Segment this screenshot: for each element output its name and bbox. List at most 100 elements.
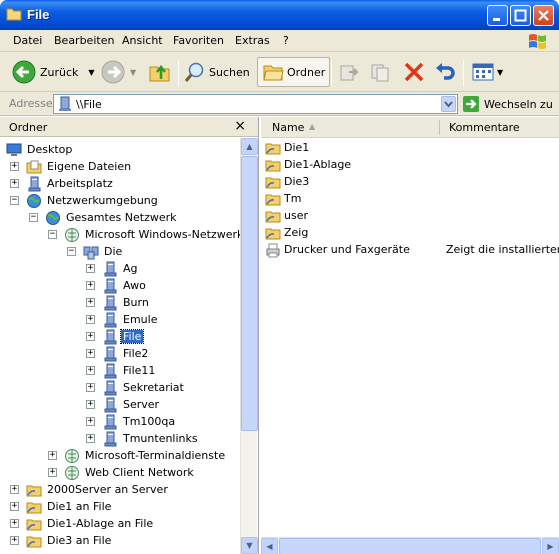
forward-dropdown-icon[interactable]: ▼ [130, 68, 136, 77]
tree-node-label[interactable]: Ag [121, 262, 140, 275]
expand-icon[interactable]: + [86, 366, 95, 375]
tree-node-label[interactable]: Burn [121, 296, 151, 309]
forward-button[interactable]: ▼ [100, 57, 136, 87]
tree-node[interactable]: + Die1-Ablage an File [10, 515, 155, 532]
tree-node-label[interactable]: Desktop [25, 143, 74, 156]
tree-node-label[interactable]: Eigene Dateien [45, 160, 133, 173]
tree-node-label[interactable]: Awo [121, 279, 148, 292]
move-to-button[interactable] [338, 57, 360, 87]
maximize-button[interactable] [510, 5, 531, 26]
tree-node-label[interactable]: Die1 an File [45, 500, 113, 513]
tree-node-label[interactable]: Netzwerkumgebung [45, 194, 160, 207]
tree-node-label[interactable]: Server [121, 398, 161, 411]
tree-node[interactable]: − Netzwerkumgebung [10, 192, 160, 209]
close-window-button[interactable] [533, 5, 554, 26]
file-list-hscrollbar[interactable]: ◀ ▶ [261, 537, 559, 554]
tree-node[interactable]: + Die3 an File [10, 532, 113, 549]
copy-to-button[interactable] [370, 57, 392, 87]
collapse-icon[interactable]: − [48, 230, 57, 239]
scroll-thumb[interactable] [241, 156, 258, 431]
tree-node[interactable]: +2000Server an Server [10, 481, 170, 498]
tree-node[interactable]: + Emule [86, 311, 159, 328]
tree-node-label[interactable]: Tmuntenlinks [121, 432, 200, 445]
collapse-icon[interactable]: − [10, 196, 19, 205]
expand-icon[interactable]: + [10, 179, 19, 188]
go-button[interactable]: Wechseln zu [462, 95, 553, 113]
tree-node[interactable]: + Awo [86, 277, 148, 294]
tree-node-label[interactable]: 2000Server an Server [45, 483, 170, 496]
list-item[interactable]: Die1-Ablage [265, 156, 351, 173]
address-input[interactable]: \\File [53, 94, 458, 114]
tree-node[interactable]: + File [86, 328, 145, 345]
minimize-button[interactable] [487, 5, 508, 26]
views-dropdown-icon[interactable]: ▼ [497, 68, 503, 77]
tree-node-label[interactable]: Sekretariat [121, 381, 186, 394]
address-value[interactable]: \\File [76, 98, 102, 111]
expand-icon[interactable]: + [48, 468, 57, 477]
menu-bearbeiten[interactable]: Bearbeiten [54, 34, 114, 47]
expand-icon[interactable]: + [86, 281, 95, 290]
list-item[interactable]: Die1 [265, 139, 309, 156]
back-dropdown-icon[interactable]: ▼ [88, 68, 94, 77]
menu-help[interactable]: ? [283, 34, 289, 47]
menu-ansicht[interactable]: Ansicht [122, 34, 163, 47]
expand-icon[interactable]: + [86, 332, 95, 341]
list-item[interactable]: Tm [265, 190, 301, 207]
column-divider[interactable] [439, 120, 440, 135]
collapse-icon[interactable]: − [67, 247, 76, 256]
tree-node-label[interactable]: File2 [121, 347, 150, 360]
expand-icon[interactable]: + [48, 451, 57, 460]
tree-node-label[interactable]: Die1-Ablage an File [45, 517, 155, 530]
collapse-icon[interactable]: − [29, 213, 38, 222]
back-button[interactable]: Zurück ▼ [11, 57, 95, 87]
expand-icon[interactable]: + [10, 536, 19, 545]
scroll-thumb[interactable] [279, 538, 541, 554]
tree-node-label[interactable]: Gesamtes Netzwerk [64, 211, 179, 224]
tree-node-label[interactable]: Die [102, 245, 124, 258]
title-bar[interactable]: File [0, 0, 559, 30]
tree-node[interactable]: + File2 [86, 345, 150, 362]
delete-button[interactable] [402, 57, 426, 87]
menu-favoriten[interactable]: Favoriten [173, 34, 224, 47]
list-item[interactable]: user [265, 207, 308, 224]
expand-icon[interactable]: + [86, 383, 95, 392]
folder-tree[interactable]: Desktop + Eigene Dateien + Arbeitsplatz − Netz… [0, 138, 240, 554]
menu-extras[interactable]: Extras [235, 34, 270, 47]
scroll-down-button[interactable]: ▼ [241, 537, 258, 554]
expand-icon[interactable]: + [10, 485, 19, 494]
expand-icon[interactable]: + [86, 298, 95, 307]
tree-node[interactable]: + Server [86, 396, 161, 413]
scroll-up-button[interactable]: ▲ [241, 138, 258, 155]
tree-node[interactable]: + Die1 an File [10, 498, 113, 515]
folder-pane-scrollbar[interactable]: ▲ ▼ [240, 138, 258, 554]
tree-node[interactable]: + Arbeitsplatz [10, 175, 115, 192]
search-button[interactable]: Suchen [184, 57, 250, 87]
tree-node[interactable]: + Tmuntenlinks [86, 430, 200, 447]
tree-node-label[interactable]: Web Client Network [83, 466, 196, 479]
tree-node[interactable]: + Web Client Network [48, 464, 196, 481]
tree-node[interactable]: − Die [67, 243, 124, 260]
tree-node[interactable]: + Ag [86, 260, 140, 277]
expand-icon[interactable]: + [10, 502, 19, 511]
tree-node-label[interactable]: File11 [121, 364, 157, 377]
tree-node[interactable]: + Sekretariat [86, 379, 186, 396]
tree-node[interactable]: Desktop [6, 141, 74, 158]
undo-button[interactable] [433, 57, 457, 87]
list-item[interactable]: Die3 [265, 173, 309, 190]
tree-node[interactable]: + File11 [86, 362, 157, 379]
tree-node[interactable]: − Microsoft Windows-Netzwerk [48, 226, 240, 243]
column-name[interactable]: Name [272, 121, 304, 134]
folders-button[interactable]: Ordner [257, 57, 331, 87]
list-item[interactable]: Drucker und Faxgeräte [265, 241, 410, 258]
up-folder-button[interactable] [148, 57, 172, 87]
tree-node[interactable]: + Burn [86, 294, 151, 311]
expand-icon[interactable]: + [10, 519, 19, 528]
tree-node-label[interactable]: Microsoft-Terminaldienste [83, 449, 227, 462]
tree-node-label[interactable]: Tm100qa [121, 415, 177, 428]
expand-icon[interactable]: + [86, 434, 95, 443]
tree-node-label[interactable]: File [119, 329, 145, 344]
tree-node[interactable]: + Eigene Dateien [10, 158, 133, 175]
scroll-left-button[interactable]: ◀ [261, 538, 278, 554]
scroll-right-button[interactable]: ▶ [542, 538, 559, 554]
menu-datei[interactable]: Datei [13, 34, 42, 47]
